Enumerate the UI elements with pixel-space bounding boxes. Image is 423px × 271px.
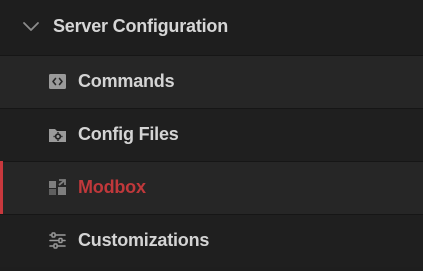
sidebar-item-label: Modbox: [78, 177, 146, 197]
sidebar-item-customizations[interactable]: Customizations: [0, 214, 423, 267]
sidebar-item-commands[interactable]: Commands: [0, 55, 423, 108]
sidebar-item-modbox[interactable]: Modbox: [0, 161, 423, 214]
divider: [0, 108, 423, 109]
sidebar-item-label: Commands: [78, 71, 175, 91]
sidebar-item-config-files[interactable]: Config Files: [0, 108, 423, 161]
sidebar-item-label: Config Files: [78, 124, 179, 144]
folder-gear-icon: [49, 129, 66, 142]
sidebar-panel: Server Configuration Commands Config Fil…: [0, 0, 423, 271]
code-icon: [49, 74, 66, 89]
sliders-icon: [49, 232, 66, 249]
sidebar-item-label: Customizations: [78, 230, 210, 250]
chevron-down-icon[interactable]: [22, 20, 40, 32]
active-indicator: [0, 161, 3, 214]
modbox-icon: [49, 179, 66, 195]
divider: [0, 161, 423, 162]
server-configuration-group-header[interactable]: Server Configuration: [0, 0, 423, 53]
group-title: Server Configuration: [53, 16, 229, 36]
divider: [0, 55, 423, 56]
divider: [0, 214, 423, 215]
